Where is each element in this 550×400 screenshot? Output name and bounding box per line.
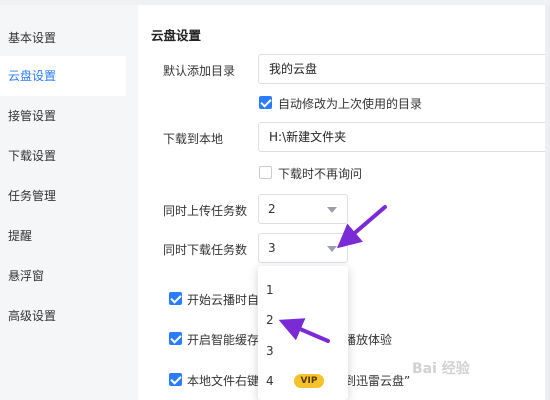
scrollbar[interactable] (545, 5, 550, 400)
annotation-arrows (278, 205, 387, 343)
watermark: Bai 经验 (412, 361, 470, 377)
arrow-icon (278, 318, 330, 343)
arrow-icon (336, 205, 387, 249)
